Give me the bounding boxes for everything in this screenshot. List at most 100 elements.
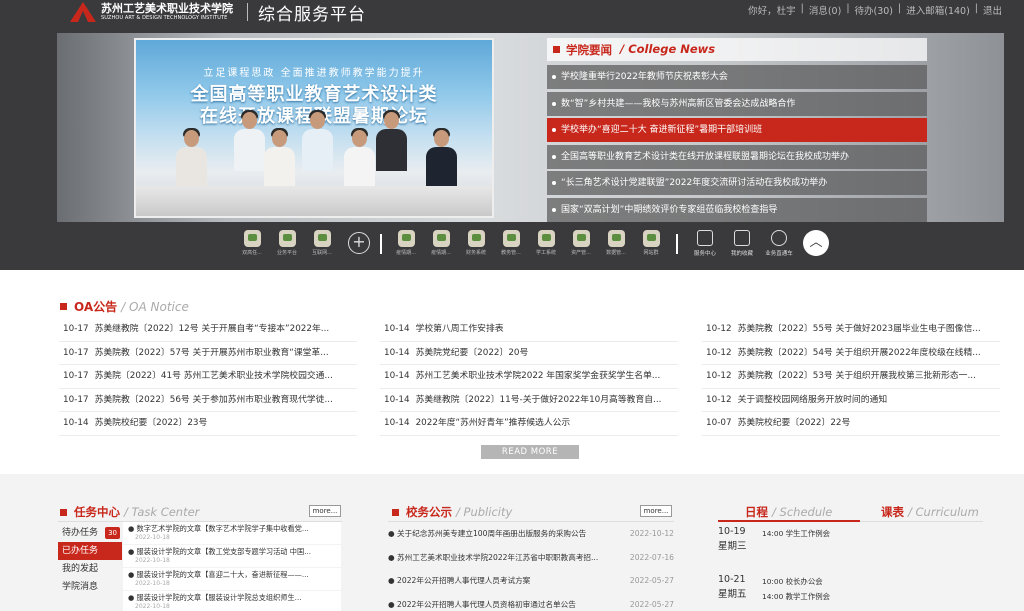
oa-notice-row[interactable]: 10-12 苏美院教〔2022〕55号 关于做好2023届毕业生电子图像信... xyxy=(702,318,1000,342)
app-icon xyxy=(607,230,625,247)
link-separator: | xyxy=(898,3,902,14)
oa-notice-row[interactable]: 10-14 学校第八周工作安排表 xyxy=(380,318,678,342)
news-photo[interactable]: 立足课程思政 全面推进教师教学能力提升 全国高等职业教育艺术设计类 在线开放课程… xyxy=(134,38,494,218)
news-item-active[interactable]: 学校举办“喜迎二十大 奋进新征程”暑期干部培训班 xyxy=(547,118,927,142)
publicity-row[interactable]: ● 2022年公开招聘人事代理人员资格初审通过名单公告 2022-05-27 xyxy=(388,593,674,611)
publicity-row[interactable]: ● 2022年公开招聘人事代理人员考试方案 2022-05-27 xyxy=(388,569,674,593)
oa-notice-row[interactable]: 10-14 苏美继教院〔2022〕11号-关于做好2022年10月高等教育自... xyxy=(380,389,678,412)
curriculum-tab-title: 课表 xyxy=(881,505,904,519)
oa-notice-row[interactable]: 10-14 苏美院校纪要〔2022〕23号 xyxy=(59,412,357,436)
publicity-row[interactable]: ● 关于纪念苏州美专建立100周年画册出版服务的采购公告 2022-10-12 xyxy=(388,522,674,546)
todo-link[interactable]: 待办(30) xyxy=(855,3,894,17)
task-center-header: 任务中心 / Task Center xyxy=(60,504,199,520)
oa-notice-row[interactable]: 10-12 苏美院教〔2022〕53号 关于组织开展我校第三批新形态一... xyxy=(702,365,1000,389)
news-item[interactable]: 学校隆重举行2022年教师节庆祝表彰大会 xyxy=(547,65,927,89)
collapse-up-icon[interactable]: ︿ xyxy=(803,230,829,256)
schedule-date-col: 10-19 星期三 xyxy=(718,522,762,568)
app-business[interactable]: 业务平台 xyxy=(273,230,301,256)
app-epidemic-2[interactable]: 疫情期... xyxy=(427,230,455,256)
task-item[interactable]: ● 数字艺术学院的文章【数字艺术学院学子集中收看党... 2022-10-18 xyxy=(123,522,341,544)
app-icon xyxy=(537,230,555,247)
app-website[interactable]: 网站群 xyxy=(637,230,665,256)
oa-notice-row[interactable]: 10-14 苏美院党纪要〔2022〕20号 xyxy=(380,342,678,365)
notice-title: 苏美继教院〔2022〕12号 关于开展自考“专接本”2022年... xyxy=(94,324,330,334)
schedule-events: 14:00 学生工作例会 xyxy=(762,522,830,568)
photo-table xyxy=(136,186,492,216)
notice-title: 关于调整校园网络服务开放时间的通知 xyxy=(737,394,888,405)
app-internet[interactable]: 互联网... xyxy=(308,230,336,256)
business-express[interactable]: 业务直通车 xyxy=(762,230,796,257)
task-item[interactable]: ● 服装设计学院的文章【服装设计学院总支组织师生... 2022-10-18 xyxy=(123,591,341,611)
mailbox-link[interactable]: 进入邮箱(140) xyxy=(906,3,970,17)
section-marker-icon xyxy=(60,303,67,310)
task-more-button[interactable]: more... xyxy=(309,505,341,517)
read-more-button[interactable]: READ MORE xyxy=(481,445,579,459)
oa-notice-row[interactable]: 10-07 苏美院校纪要〔2022〕22号 xyxy=(702,412,1000,436)
news-item[interactable]: “长三角艺术设计党建联盟”2022年度交流研讨活动在我校成功举办 xyxy=(547,171,927,195)
oa-notice-row[interactable]: 10-17 苏美继教院〔2022〕12号 关于开展自考“专接本”2022年... xyxy=(59,318,357,342)
app-divider xyxy=(676,234,678,254)
publicity-title-text: ● 苏州工艺美术职业技术学院2022年江苏省中职职教高考招... xyxy=(388,552,599,562)
publicity-more-button[interactable]: more... xyxy=(640,505,672,517)
oa-notice-row[interactable]: 10-17 苏美院〔2022〕41号 苏州工艺美术职业技术学院校园交通... xyxy=(59,365,357,389)
notice-title: 苏美院校纪要〔2022〕23号 xyxy=(94,418,208,428)
messages-link[interactable]: 消息(0) xyxy=(809,3,841,17)
schedule-day[interactable]: 10-19 星期三 14:00 学生工作例会 xyxy=(718,522,983,568)
college-logo[interactable]: 苏州工艺美术职业技术学院 SUZHOU ART & DESIGN TECHNOL… xyxy=(70,0,366,25)
task-tab-messages[interactable]: 学院消息 xyxy=(58,578,122,596)
add-app-icon[interactable]: + xyxy=(348,232,370,254)
task-center-title: 任务中心 xyxy=(74,505,120,519)
task-item[interactable]: ● 服装设计学院的文章【喜迎二十大，奋进新征程——... 2022-10-18 xyxy=(123,568,341,590)
app-data[interactable]: 数据管... xyxy=(602,230,630,256)
schedule-day[interactable]: 10-21 星期五 10:00 校长办公会 14:00 教学工作例会 xyxy=(718,570,983,611)
college-name: 苏州工艺美术职业技术学院 SUZHOU ART & DESIGN TECHNOL… xyxy=(101,2,233,22)
app-finance[interactable]: 财务系统 xyxy=(462,230,490,256)
task-tab-initiated[interactable]: 我的发起 xyxy=(58,560,122,578)
publicity-date: 2022-07-16 xyxy=(629,552,674,562)
task-item-date: 2022-10-18 xyxy=(135,580,170,587)
task-tab-todo[interactable]: 待办任务 30 xyxy=(58,524,122,542)
publicity-date: 2022-10-12 xyxy=(629,529,674,538)
tab-curriculum[interactable]: 课表 / Curriculum xyxy=(881,504,979,520)
oa-notice-row[interactable]: 10-14 苏州工艺美术职业技术学院2022 年国家奖学金获奖学生名单... xyxy=(380,365,678,389)
oa-notice-row[interactable]: 10-12 关于调整校园网络服务开放时间的通知 xyxy=(702,389,1000,412)
oa-column: 10-12 苏美院教〔2022〕55号 关于做好2023届毕业生电子图像信... … xyxy=(702,318,1000,436)
college-news-title-en: / College News xyxy=(620,42,716,56)
app-icon xyxy=(397,230,415,247)
app-label: 资产管... xyxy=(571,250,591,256)
task-item[interactable]: ● 服装设计学院的文章【教工党支部专题学习活动 中国... 2022-10-18 xyxy=(123,545,341,567)
task-item-title: ● 数字艺术学院的文章【数字艺术学院学子集中收看党... xyxy=(128,524,309,533)
link-separator: | xyxy=(846,3,850,14)
app-shuanggao[interactable]: 双高任... xyxy=(238,230,266,256)
news-item-text: 学校举办“喜迎二十大 奋进新征程”暑期干部培训班 xyxy=(561,125,763,135)
task-tab-done[interactable]: 已办任务 xyxy=(58,542,122,560)
college-news-title: 学院要闻 xyxy=(566,43,612,57)
oa-notice-row[interactable]: 10-17 苏美院教〔2022〕56号 关于参加苏州市职业教育现代学徒... xyxy=(59,389,357,412)
logo-icon xyxy=(70,2,96,22)
notice-title: 苏美院教〔2022〕57号 关于开展苏州市职业教育“课堂革... xyxy=(94,347,329,358)
oa-notice-row[interactable]: 10-17 苏美院教〔2022〕57号 关于开展苏州市职业教育“课堂革... xyxy=(59,342,357,365)
news-item[interactable]: 全国高等职业教育艺术设计类在线开放课程联盟暑期论坛在我校成功举办 xyxy=(547,144,927,169)
task-tab-label: 学院消息 xyxy=(62,582,99,592)
header-bar: 苏州工艺美术职业技术学院 SUZHOU ART & DESIGN TECHNOL… xyxy=(0,0,1024,26)
logout-link[interactable]: 退出 xyxy=(983,3,1002,17)
app-epidemic-1[interactable]: 疫情期... xyxy=(392,230,420,256)
grid-icon xyxy=(697,230,713,246)
schedule-event: 14:00 学生工作例会 xyxy=(762,529,830,538)
app-student[interactable]: 学工系统 xyxy=(532,230,560,256)
tab-schedule[interactable]: 日程 / Schedule xyxy=(745,504,832,520)
oa-notice-row[interactable]: 10-12 苏美院教〔2022〕54号 关于组织开展2022年度校级在线精... xyxy=(702,342,1000,365)
my-favorites[interactable]: 我的收藏 xyxy=(725,230,759,257)
schedule-list: 10-19 星期三 14:00 学生工作例会 10-21 星期五 10:00 校长办… xyxy=(718,522,983,611)
publicity-row[interactable]: ● 苏州工艺美术职业技术学院2022年江苏省中职职教高考招... 2022-07-… xyxy=(388,546,674,570)
banner: 立足课程思政 全面推进教师教学能力提升 全国高等职业教育艺术设计类 在线开放课程… xyxy=(57,33,1004,222)
publicity-title-text: ● 2022年公开招聘人事代理人员资格初审通过名单公告 xyxy=(388,599,576,609)
news-item[interactable]: 国家“双高计划”中期绩效评价专家组莅临我校检查指导 xyxy=(547,197,927,222)
notice-date: 10-12 xyxy=(706,324,732,334)
service-center[interactable]: 服务中心 xyxy=(688,230,722,257)
app-assets[interactable]: 资产管... xyxy=(567,230,595,256)
app-academic[interactable]: 教务管... xyxy=(497,230,525,256)
oa-notice-row[interactable]: 10-14 2022年度“苏州好青年”推荐候选人公示 xyxy=(380,412,678,436)
news-item[interactable]: 数“智”乡村共建——我校与苏州高新区管委会达成战略合作 xyxy=(547,91,927,116)
notice-date: 10-12 xyxy=(706,347,732,358)
